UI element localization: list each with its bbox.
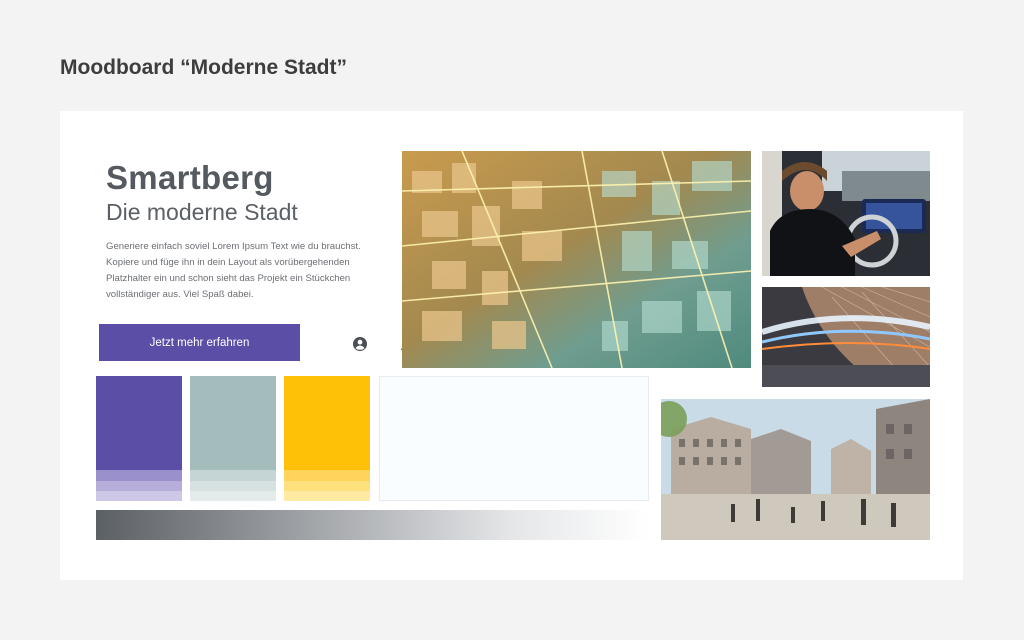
swatch-purple-tint-1	[96, 470, 182, 481]
swatch-sage-tint-2	[190, 481, 276, 491]
swatch-yellow-main	[284, 376, 370, 470]
cta-button[interactable]: Jetzt mehr erfahren	[99, 324, 300, 361]
swatch-yellow-tint-2	[284, 481, 370, 491]
swatch-ice	[379, 376, 649, 501]
brand-name: Smartberg	[106, 159, 274, 196]
swatch-sage-tint-1	[190, 470, 276, 481]
urban-plaza-image	[661, 399, 930, 540]
swatch-sage	[190, 376, 276, 501]
swatch-yellow-tint-3	[284, 491, 370, 501]
swatch-purple-tint-2	[96, 481, 182, 491]
swatch-purple-main	[96, 376, 182, 470]
swatch-purple	[96, 376, 182, 501]
brand-tagline: Die moderne Stadt	[106, 199, 298, 225]
swatch-yellow	[284, 376, 370, 501]
light-trail-architecture-image	[762, 287, 930, 387]
page-title: Moodboard “Moderne Stadt”	[60, 56, 347, 79]
swatch-purple-tint-3	[96, 491, 182, 501]
swatch-sage-tint-3	[190, 491, 276, 501]
brand-body-text: Generiere einfach soviel Lorem Ipsum Tex…	[106, 241, 361, 300]
car-dashboard-image	[762, 151, 930, 276]
moodboard: Smartberg Die moderne Stadt Generiere ei…	[60, 111, 963, 580]
swatch-sage-main	[190, 376, 276, 470]
swatch-yellow-tint-1	[284, 470, 370, 481]
gray-gradient-bar	[96, 510, 649, 540]
city-3d-map-image	[402, 151, 751, 368]
user-circle-icon[interactable]	[350, 334, 370, 354]
